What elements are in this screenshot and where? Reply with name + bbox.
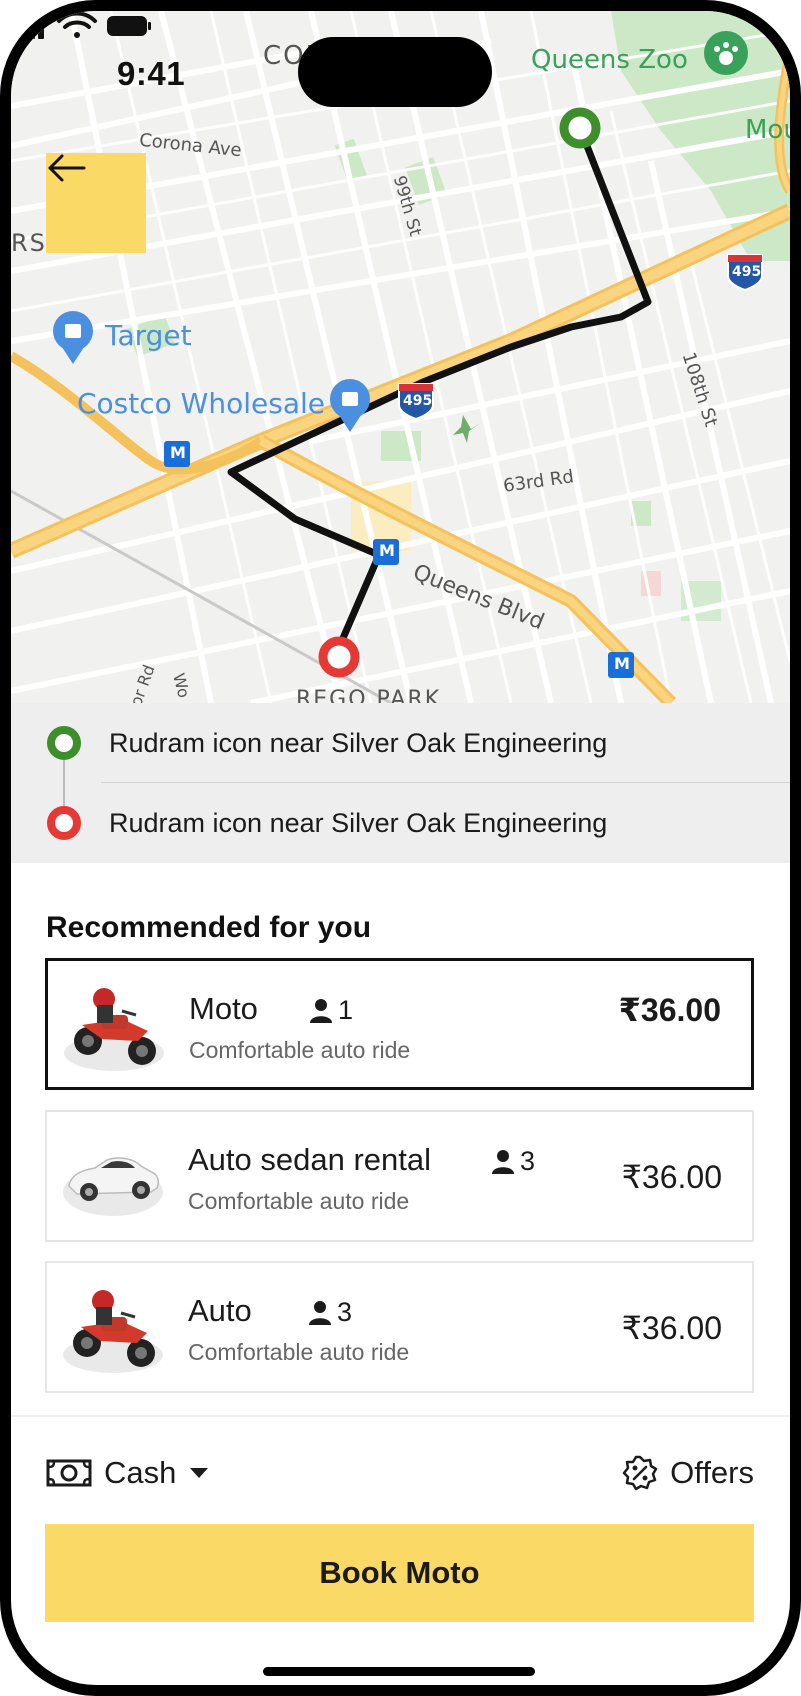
back-button[interactable] [46, 153, 146, 253]
pickup-address: Rudram icon near Silver Oak Engineering [109, 727, 608, 758]
motorcycle-icon [64, 988, 164, 1071]
payment-method-selector[interactable]: Cash [46, 1451, 210, 1495]
ride-capacity-count: 3 [337, 1297, 353, 1327]
caret-down-icon [190, 1468, 209, 1478]
ride-capacity-count: 3 [520, 1146, 536, 1176]
ride-capacity: 3 [309, 1297, 352, 1328]
drop-address-row[interactable]: Rudram icon near Silver Oak Engineering [11, 783, 790, 863]
arrow-left-icon [48, 154, 86, 182]
book-ride-button[interactable]: Book Moto [45, 1524, 754, 1622]
ride-price: ₹36.00 [618, 992, 721, 1028]
discount-badge-icon [622, 1455, 658, 1491]
status-time: 9:41 [117, 55, 186, 92]
ride-option-auto[interactable]: Auto 3 Comfortable auto ride ₹36.00 [45, 1261, 754, 1393]
person-icon [309, 1300, 331, 1325]
map-label-rego-park: REGO PARK [296, 687, 442, 703]
map-label-rs: RS [11, 229, 47, 257]
section-title: Recommended for you [46, 911, 372, 944]
ride-option-moto[interactable]: Moto 1 Comfortable auto ride ₹36.00 [45, 958, 754, 1090]
metro-icon: M [614, 654, 630, 673]
ride-price: ₹36.00 [621, 1310, 722, 1346]
phone-frame: CORONA Queens Zoo Mou Corona Ave 99th St… [0, 0, 801, 1696]
map-label-495-east: 495 [732, 264, 762, 280]
wifi-icon [57, 11, 97, 38]
ride-subtitle: Comfortable auto ride [189, 1037, 411, 1063]
map-label-mou: Mou [745, 115, 790, 145]
map-label-queens-zoo: Queens Zoo [531, 45, 688, 75]
person-icon [310, 998, 332, 1023]
map-label-495-west: 495 [403, 393, 433, 409]
ride-subtitle: Comfortable auto ride [188, 1339, 410, 1365]
payment-method-label: Cash [104, 1455, 177, 1490]
home-indicator [263, 1667, 535, 1676]
pickup-address-row[interactable]: Rudram icon near Silver Oak Engineering [11, 703, 790, 783]
drop-marker [318, 636, 360, 678]
offers-button[interactable]: Offers [622, 1451, 754, 1495]
status-icons [11, 11, 151, 39]
cash-icon [46, 1459, 92, 1487]
pickup-marker [559, 107, 601, 149]
motorcycle-icon [63, 1290, 163, 1373]
drop-dot-icon [47, 806, 81, 840]
ride-name: Moto [189, 991, 258, 1026]
route-map[interactable]: CORONA Queens Zoo Mou Corona Ave 99th St… [11, 11, 790, 703]
drop-address: Rudram icon near Silver Oak Engineering [109, 807, 608, 838]
ride-name: Auto sedan rental [188, 1142, 432, 1177]
map-canvas [11, 11, 790, 703]
battery-icon [107, 16, 151, 36]
target-pin-icon [53, 311, 93, 364]
ride-option-auto-sedan-rental[interactable]: Auto sedan rental 3 Comfortable auto rid… [45, 1110, 754, 1242]
pickup-dot-icon [47, 726, 81, 760]
offers-label: Offers [670, 1455, 754, 1490]
ride-subtitle: Comfortable auto ride [188, 1188, 410, 1214]
ride-price: ₹36.00 [621, 1159, 722, 1195]
cellular-signal-icon [11, 14, 44, 39]
zoo-pin-icon [704, 31, 748, 75]
person-icon [492, 1149, 514, 1174]
dynamic-island [298, 37, 492, 107]
trip-addresses: Rudram icon near Silver Oak Engineering … [11, 703, 790, 863]
metro-icon: M [170, 443, 186, 462]
ride-capacity-count: 1 [338, 995, 354, 1025]
footer-divider [11, 1415, 790, 1417]
ride-capacity: 3 [492, 1146, 535, 1177]
ride-capacity: 1 [310, 995, 353, 1026]
ride-name: Auto [188, 1293, 252, 1328]
car-icon [63, 1157, 163, 1216]
map-label-target: Target [105, 319, 192, 352]
map-label-costco: Costco Wholesale [77, 387, 325, 420]
metro-icon: M [379, 541, 395, 560]
